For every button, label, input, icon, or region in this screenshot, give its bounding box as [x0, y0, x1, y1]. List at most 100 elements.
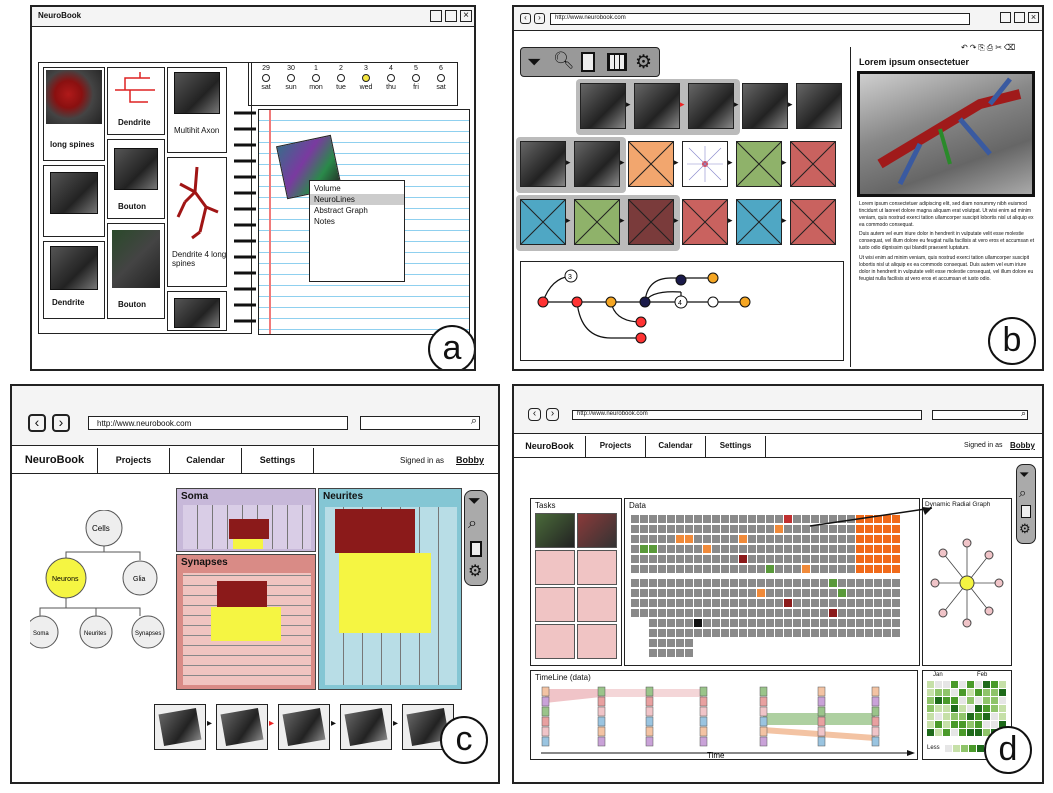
workflow-node[interactable]	[628, 199, 674, 245]
timeline-segment[interactable]	[645, 706, 654, 717]
data-cell[interactable]	[694, 565, 702, 573]
timeline-segment[interactable]	[541, 696, 550, 707]
thumb-card-dendrite[interactable]: Dendrite	[43, 241, 105, 319]
timeline-segment[interactable]	[541, 736, 550, 747]
data-cell[interactable]	[748, 599, 756, 607]
timeline-segment[interactable]	[645, 696, 654, 707]
filter-icon[interactable]: ⏷	[468, 493, 481, 511]
data-cell[interactable]	[721, 589, 729, 597]
data-cell[interactable]	[649, 649, 657, 657]
timeline-segment[interactable]	[597, 736, 606, 747]
data-cell[interactable]	[631, 515, 639, 523]
calendar-day[interactable]: 3 wed	[355, 65, 377, 105]
data-cell[interactable]	[811, 589, 819, 597]
data-cell[interactable]	[721, 535, 729, 543]
timeline-segment[interactable]	[871, 706, 880, 717]
calendar-cell[interactable]	[943, 689, 950, 696]
data-cell[interactable]	[694, 579, 702, 587]
workflow-node[interactable]	[520, 199, 566, 245]
maximize-icon[interactable]	[445, 10, 457, 22]
data-cell[interactable]	[703, 629, 711, 637]
data-cell[interactable]	[676, 545, 684, 553]
data-cell[interactable]	[829, 589, 837, 597]
data-cell[interactable]	[730, 565, 738, 573]
data-cell[interactable]	[793, 525, 801, 533]
data-cell[interactable]	[739, 555, 747, 563]
calendar-cell[interactable]	[975, 713, 982, 720]
data-cell[interactable]	[685, 619, 693, 627]
calendar-cell[interactable]	[999, 681, 1006, 688]
timeline-segment[interactable]	[699, 696, 708, 707]
data-cell[interactable]	[784, 599, 792, 607]
calendar-cell[interactable]	[959, 713, 966, 720]
data-cell[interactable]	[883, 565, 891, 573]
data-cell[interactable]	[766, 599, 774, 607]
calendar-cell[interactable]	[943, 697, 950, 704]
calendar-cell[interactable]	[991, 705, 998, 712]
data-cell[interactable]	[784, 525, 792, 533]
data-cell[interactable]	[874, 579, 882, 587]
data-cell[interactable]	[667, 535, 675, 543]
timeline-segment[interactable]	[871, 686, 880, 697]
data-cell[interactable]	[658, 619, 666, 627]
data-cell[interactable]	[874, 535, 882, 543]
data-cell[interactable]	[640, 555, 648, 563]
document-icon[interactable]	[581, 52, 595, 72]
data-cell[interactable]	[640, 545, 648, 553]
timeline-segment[interactable]	[645, 736, 654, 747]
data-cell[interactable]	[721, 555, 729, 563]
data-cell[interactable]	[649, 555, 657, 563]
nav-tab-neurobook[interactable]: NeuroBook	[514, 436, 586, 458]
data-cell[interactable]	[865, 589, 873, 597]
workflow-node[interactable]	[682, 141, 728, 187]
data-cell[interactable]	[838, 545, 846, 553]
data-cell[interactable]	[730, 555, 738, 563]
minimize-icon[interactable]	[430, 10, 442, 22]
data-cell[interactable]	[793, 545, 801, 553]
data-cell[interactable]	[847, 555, 855, 563]
calendar-cell[interactable]	[951, 713, 958, 720]
calendar-cell[interactable]	[951, 729, 958, 736]
data-cell[interactable]	[784, 619, 792, 627]
timeline-segment[interactable]	[699, 716, 708, 727]
timeline-segment[interactable]	[541, 726, 550, 737]
data-cell[interactable]	[874, 545, 882, 553]
data-cell[interactable]	[757, 599, 765, 607]
data-cell[interactable]	[730, 535, 738, 543]
calendar-cell[interactable]	[927, 705, 934, 712]
data-cell[interactable]	[829, 629, 837, 637]
data-cell[interactable]	[739, 599, 747, 607]
data-cell[interactable]	[667, 599, 675, 607]
maximize-icon[interactable]	[1014, 12, 1025, 23]
data-cell[interactable]	[838, 565, 846, 573]
data-cell[interactable]	[694, 515, 702, 523]
task-tile[interactable]	[535, 587, 575, 622]
workflow-node[interactable]	[278, 704, 330, 750]
data-cell[interactable]	[838, 555, 846, 563]
data-cell[interactable]	[766, 609, 774, 617]
calendar-cell[interactable]	[967, 697, 974, 704]
data-cell[interactable]	[640, 599, 648, 607]
data-cell[interactable]	[685, 555, 693, 563]
back-icon[interactable]: ‹	[528, 408, 541, 421]
data-cell[interactable]	[739, 545, 747, 553]
data-cell[interactable]	[883, 555, 891, 563]
data-cell[interactable]	[757, 535, 765, 543]
data-cell[interactable]	[820, 555, 828, 563]
data-cell[interactable]	[811, 579, 819, 587]
data-cell[interactable]	[865, 599, 873, 607]
calendar-cell[interactable]	[991, 689, 998, 696]
timeline-segment[interactable]	[759, 726, 768, 737]
forward-icon[interactable]: ›	[52, 414, 70, 432]
calendar-cell[interactable]	[991, 681, 998, 688]
calendar-cell[interactable]	[927, 697, 934, 704]
back-icon[interactable]: ‹	[28, 414, 46, 432]
gear-icon[interactable]: ⚙	[635, 51, 652, 74]
data-cell[interactable]	[658, 599, 666, 607]
data-cell[interactable]	[811, 599, 819, 607]
nav-tab-calendar[interactable]: Calendar	[646, 436, 706, 458]
workflow-node[interactable]	[742, 83, 788, 129]
data-cell[interactable]	[721, 515, 729, 523]
url-bar[interactable]: http://www.neurobook.com	[88, 416, 348, 430]
data-cell[interactable]	[874, 565, 882, 573]
